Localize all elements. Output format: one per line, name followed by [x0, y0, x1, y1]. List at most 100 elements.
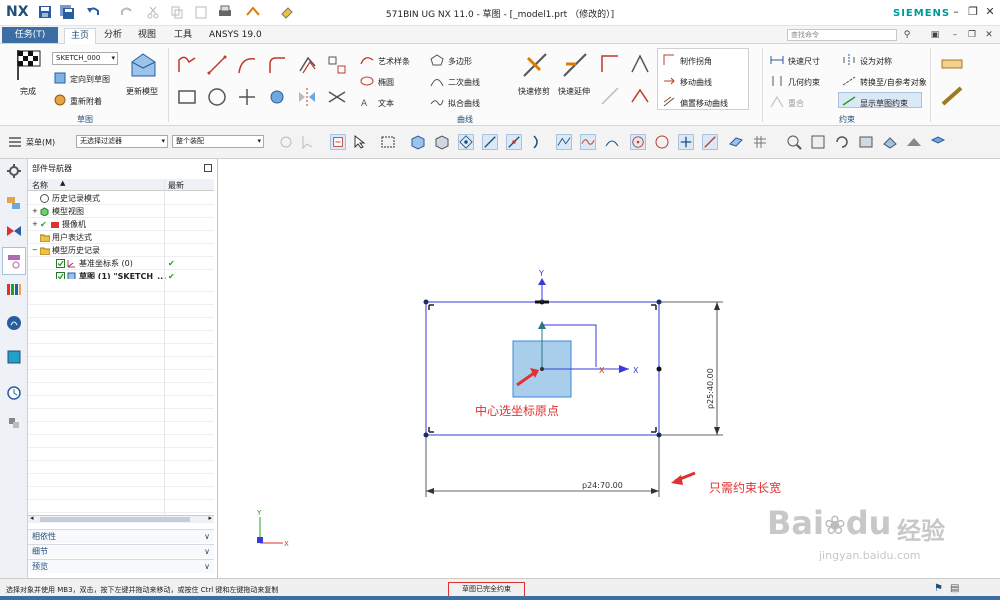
rotate-icon[interactable]: [834, 134, 850, 150]
gear-icon[interactable]: [6, 163, 22, 179]
quick-extend-button[interactable]: 快速延伸: [558, 86, 590, 97]
column-name[interactable]: 名称: [32, 180, 48, 191]
quick-dimension-button[interactable]: 快速尺寸: [788, 56, 820, 67]
horizontal-dimension-text[interactable]: p24:70.00: [582, 481, 623, 490]
flag-icon[interactable]: ⚑: [934, 583, 943, 594]
tab-view[interactable]: 视图: [132, 28, 162, 44]
hd3d-tools-icon[interactable]: [6, 315, 22, 331]
expand-icon[interactable]: +: [32, 205, 38, 218]
point-on-curve-icon[interactable]: [702, 134, 718, 150]
component-icon[interactable]: [434, 134, 450, 150]
accordion-preview[interactable]: 预览 ∨: [28, 559, 214, 573]
solid-body-icon[interactable]: [410, 134, 426, 150]
tree-item-user-expressions[interactable]: 用户表达式: [28, 231, 214, 244]
point-on-face-icon[interactable]: [728, 134, 744, 150]
menu-button[interactable]: 菜单(M): [26, 137, 55, 148]
update-model-button[interactable]: 更新模型: [126, 86, 158, 97]
finish-flag-icon[interactable]: [12, 48, 44, 84]
tree-item-history-mode[interactable]: 历史记录模式: [28, 192, 214, 205]
curve-point-icon[interactable]: [580, 134, 596, 150]
history-icon[interactable]: [6, 385, 22, 401]
minimize-icon[interactable]: –: [950, 6, 962, 18]
arc-center-icon[interactable]: [630, 134, 646, 150]
endpoint-icon[interactable]: [482, 134, 498, 150]
corner-point[interactable]: [423, 432, 429, 438]
tab-ansys[interactable]: ANSYS 19.0: [203, 28, 268, 44]
corner-point[interactable]: [656, 432, 662, 438]
sketch-name-select[interactable]: SKETCH_000 ▾: [52, 52, 118, 65]
select-pointer-icon[interactable]: [352, 134, 368, 150]
assembly-scope-select[interactable]: 整个装配 ▾: [172, 135, 264, 148]
feature-priority-icon[interactable]: [330, 134, 346, 150]
vertical-dimension-text[interactable]: p25:40.00: [706, 368, 715, 409]
scroll-thumb[interactable]: [40, 517, 190, 522]
fillet-icon[interactable]: [266, 54, 288, 78]
offset-move-curve-button[interactable]: 偏置移动曲线: [680, 98, 728, 109]
selection-filter-select[interactable]: 无选择过滤器 ▾: [76, 135, 168, 148]
tab-analysis[interactable]: 分析: [98, 28, 128, 44]
conic-button[interactable]: 二次曲线: [448, 77, 480, 88]
midpoint-icon[interactable]: [506, 134, 522, 150]
make-corner-button[interactable]: 制作拐角: [680, 56, 712, 67]
layer-settings-icon[interactable]: [930, 134, 946, 150]
scale-curve-icon[interactable]: [628, 84, 652, 110]
ribbon-close-icon[interactable]: ✕: [984, 30, 994, 40]
rectangle-icon[interactable]: [176, 86, 198, 110]
quadrant-point-icon[interactable]: [604, 134, 620, 150]
fit-curve-button[interactable]: 拟合曲线: [448, 98, 480, 109]
orient-to-sketch-button[interactable]: 定向到草图: [70, 74, 110, 85]
profile-icon[interactable]: [176, 54, 198, 78]
accordion-dependencies[interactable]: 相依性 ∨: [28, 529, 214, 543]
assembly-navigator-icon[interactable]: [6, 195, 22, 211]
corner-point[interactable]: [423, 299, 429, 305]
ribbon-restore-icon[interactable]: ❐: [967, 30, 977, 40]
geometric-constraint-button[interactable]: 几何约束: [788, 77, 820, 88]
reuse-library-icon[interactable]: [6, 281, 22, 297]
status-panel-icon[interactable]: ▤: [950, 583, 959, 594]
zoom-fit-icon[interactable]: [786, 134, 802, 150]
line-icon[interactable]: [206, 54, 228, 78]
quick-extend-icon[interactable]: [560, 50, 590, 82]
selection-arrow-icon[interactable]: [300, 134, 316, 150]
column-latest[interactable]: 最新: [168, 180, 184, 191]
midpoint-right[interactable]: [656, 366, 662, 372]
corner-point[interactable]: [656, 299, 662, 305]
quick-trim-button[interactable]: 快速修剪: [518, 86, 550, 97]
reattach-button[interactable]: 重新附着: [70, 96, 102, 107]
restore-icon[interactable]: ❐: [967, 6, 979, 18]
tree-item-datum-csys[interactable]: 基准坐标系 (0) ✔: [28, 257, 214, 270]
ellipse-button[interactable]: 椭圆: [378, 77, 394, 88]
intersection-point-icon[interactable]: [556, 134, 572, 150]
finish-button[interactable]: 完成: [20, 86, 36, 97]
text-button[interactable]: 文本: [378, 98, 394, 109]
circle-icon[interactable]: [206, 86, 228, 110]
control-point-icon[interactable]: [530, 134, 546, 150]
constraint-navigator-icon[interactable]: [6, 223, 22, 239]
tree-item-model-history[interactable]: − 模型历史记录: [28, 244, 214, 257]
arc-icon[interactable]: [236, 54, 258, 78]
intersection-curve-icon[interactable]: [326, 86, 348, 110]
zoom-icon[interactable]: [810, 134, 826, 150]
snap-point-icon[interactable]: [458, 134, 474, 150]
derived-line-icon[interactable]: [266, 86, 288, 110]
polygon-button[interactable]: 多边形: [448, 56, 472, 67]
mirror-curve-icon[interactable]: [296, 86, 318, 110]
studio-spline-button[interactable]: 艺术样条: [378, 56, 410, 67]
scroll-left-icon[interactable]: ◂: [30, 514, 34, 522]
point-icon[interactable]: [236, 86, 258, 110]
grid-icon[interactable]: [752, 134, 768, 150]
rectangle-select-icon[interactable]: [380, 134, 396, 150]
system-materials-icon[interactable]: [6, 415, 22, 431]
offset-curve-icon[interactable]: [296, 54, 318, 78]
close-icon[interactable]: ✕: [984, 6, 996, 18]
snap-settings-icon[interactable]: [278, 134, 294, 150]
update-model-icon[interactable]: [128, 50, 158, 82]
task-button[interactable]: 任务(T): [2, 27, 58, 43]
tab-tools[interactable]: 工具: [168, 28, 198, 44]
ribbon-minimize-icon[interactable]: –: [950, 30, 960, 40]
show-constraints-button[interactable]: 显示草图约束: [860, 98, 908, 109]
sketch-origin-point[interactable]: [540, 367, 544, 371]
pattern-curve-icon[interactable]: [326, 54, 348, 78]
collapse-icon[interactable]: −: [32, 244, 38, 257]
web-browser-icon[interactable]: [6, 349, 22, 365]
